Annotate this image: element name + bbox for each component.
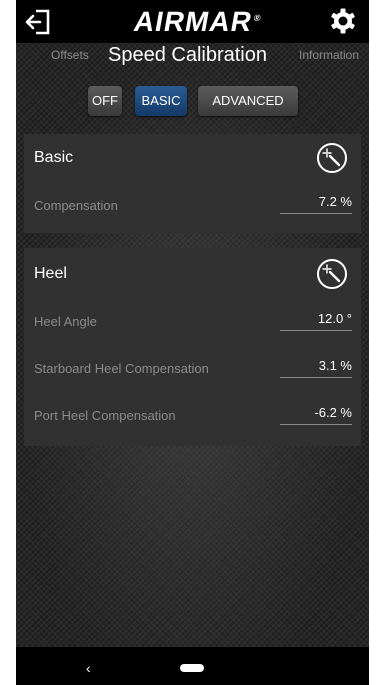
top-bar: AIRMAR®	[16, 0, 369, 43]
port-heel-label: Port Heel Compensation	[34, 408, 176, 423]
advanced-button[interactable]: ADVANCED	[198, 86, 298, 116]
app-screen: AIRMAR® Offsets Speed Calibration Inform…	[16, 0, 369, 685]
basic-auto-calibrate-button[interactable]	[317, 143, 347, 173]
gear-icon[interactable]	[329, 7, 357, 35]
nav-information-link[interactable]: Information	[299, 48, 359, 62]
heel-auto-calibrate-button[interactable]	[317, 259, 347, 289]
brand-name: AIRMAR	[131, 6, 255, 37]
basic-panel: Basic Compensation 7.2 %	[24, 134, 361, 233]
home-pill[interactable]	[180, 664, 204, 672]
back-icon[interactable]: ‹	[86, 660, 91, 676]
basic-button[interactable]: BASIC	[135, 86, 187, 116]
compensation-label: Compensation	[34, 198, 118, 213]
main-content: Offsets Speed Calibration Information OF…	[16, 43, 369, 647]
airmar-logo: AIRMAR®	[109, 6, 285, 38]
heel-angle-label: Heel Angle	[34, 314, 97, 329]
panel-title: Heel	[34, 265, 67, 282]
magic-wand-icon	[322, 148, 341, 167]
trademark-symbol: ®	[253, 12, 262, 23]
exit-icon[interactable]	[24, 8, 52, 36]
compensation-value[interactable]: 7.2 %	[280, 194, 352, 214]
starboard-heel-value[interactable]: 3.1 %	[280, 358, 352, 378]
system-navigation-bar: ‹	[16, 647, 369, 685]
panel-title: Basic	[34, 149, 74, 166]
nav-offsets-link[interactable]: Offsets	[51, 48, 89, 62]
heel-angle-value[interactable]: 12.0 °	[280, 311, 352, 331]
starboard-heel-label: Starboard Heel Compensation	[34, 361, 209, 376]
heel-panel: Heel Heel Angle 12.0 ° Starboard Heel Co…	[24, 248, 361, 446]
page-title: Speed Calibration	[108, 44, 267, 66]
magic-wand-icon	[322, 264, 341, 283]
off-button[interactable]: OFF	[88, 86, 122, 116]
port-heel-value[interactable]: -6.2 %	[280, 405, 352, 425]
